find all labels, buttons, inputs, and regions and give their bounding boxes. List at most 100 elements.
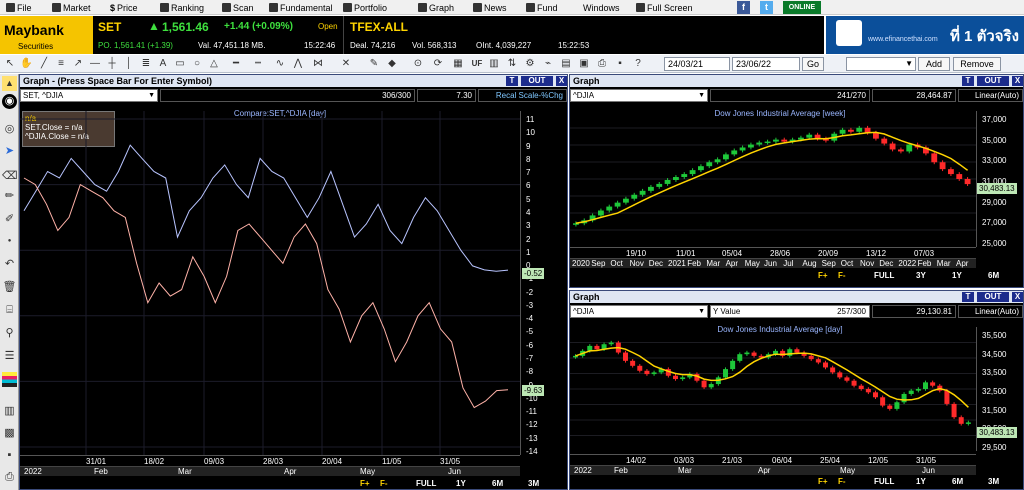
1y-button[interactable]: 1Y — [456, 479, 466, 489]
menu-graph[interactable]: Graph — [418, 0, 454, 15]
disk-icon[interactable]: ▪ — [2, 448, 17, 463]
add-button[interactable]: Add — [918, 57, 950, 71]
zoom-out-button[interactable]: F- — [838, 271, 846, 281]
menu-portfolio[interactable]: Portfolio — [343, 0, 387, 15]
scale-mode[interactable]: Linear(Auto) — [958, 305, 1023, 318]
train-icon[interactable]: ⌸ — [2, 303, 17, 318]
menu-scan[interactable]: Scan — [222, 0, 254, 15]
menu-fund[interactable]: Fund — [526, 0, 558, 15]
help-icon[interactable]: ? — [632, 58, 644, 70]
symbol-select[interactable]: ^DJIA ▼ — [570, 89, 708, 102]
6m-button[interactable]: 6M — [952, 477, 963, 487]
pattern-icon[interactable]: ⋈ — [312, 58, 324, 70]
notes-icon[interactable]: ☰ — [2, 349, 17, 364]
date-to-input[interactable]: 23/06/22 — [732, 57, 800, 71]
zoom-icon[interactable]: ⊙ — [412, 58, 424, 70]
zoom-in-button[interactable]: F+ — [818, 271, 828, 281]
panel-out-button[interactable]: OUT — [521, 76, 553, 86]
weekly-graph-panel[interactable]: Graph T OUT X ^DJIA ▼ 241/270 28,464.87 L… — [569, 74, 1024, 288]
rect-icon[interactable]: ▭ — [174, 58, 186, 70]
undo-icon[interactable]: ↶ — [2, 257, 17, 272]
stamp-icon[interactable]: ⚲ — [2, 326, 17, 341]
fibo-icon[interactable]: ≣ — [140, 58, 152, 70]
panel-t-button[interactable]: T — [962, 76, 974, 86]
zoom-in-button[interactable]: F+ — [818, 477, 828, 487]
trash-icon[interactable]: 🗑 — [2, 280, 17, 295]
layout-icon[interactable]: ▤ — [560, 58, 572, 70]
dash-style-icon[interactable]: ┅ — [252, 58, 264, 70]
symbol-select[interactable]: ^DJIA ▼ — [570, 305, 708, 318]
palette-icon[interactable] — [2, 372, 17, 387]
panel-out-button[interactable]: OUT — [977, 292, 1009, 302]
menu-ranking[interactable]: Ranking — [160, 0, 204, 15]
print-side-icon[interactable]: ⎙ — [2, 470, 17, 485]
refresh-icon[interactable]: ⟳ — [432, 58, 444, 70]
full-button[interactable]: FULL — [874, 477, 894, 487]
symbol-select[interactable]: SET, ^DJIA ▼ — [20, 89, 158, 102]
6m-button[interactable]: 6M — [988, 271, 999, 281]
quote-symbol[interactable]: SET — [98, 20, 121, 34]
full-button[interactable]: FULL — [874, 271, 894, 281]
zoom-in-button[interactable]: F+ — [360, 479, 370, 489]
daily-chart[interactable] — [570, 327, 976, 451]
menu-windows[interactable]: Windows — [583, 0, 620, 15]
ray-icon[interactable]: ↗ — [72, 58, 84, 70]
compare-chart[interactable] — [20, 111, 520, 455]
vline-icon[interactable]: │ — [123, 58, 135, 70]
menu-fullscreen[interactable]: Full Screen — [636, 0, 693, 15]
3m-button[interactable]: 3M — [528, 479, 539, 489]
hline-icon[interactable]: — — [89, 58, 101, 70]
3y-button[interactable]: 3Y — [916, 271, 926, 281]
print-icon[interactable]: ⎙ — [596, 58, 608, 70]
delete-icon[interactable]: ✕ — [340, 58, 352, 70]
panel-close-button[interactable]: X — [556, 76, 567, 86]
menu-fundamental[interactable]: Fundamental — [269, 0, 333, 15]
camera-icon[interactable]: ▩ — [2, 426, 17, 441]
tfex-symbol[interactable]: TFEX-ALL — [350, 20, 408, 34]
pointer-tool-icon[interactable]: ▲ — [2, 76, 17, 91]
scale-mode[interactable]: Linear(Auto) — [958, 89, 1023, 102]
ruler-icon[interactable]: ✏ — [2, 189, 17, 204]
arrow-tool-icon[interactable]: ↖ — [4, 58, 16, 70]
go-button[interactable]: Go — [802, 57, 824, 71]
twitter-icon[interactable]: t — [760, 1, 773, 14]
save-icon[interactable]: ▪ — [614, 58, 626, 70]
zoom-out-button[interactable]: F- — [380, 479, 388, 489]
facebook-icon[interactable]: f — [737, 1, 750, 14]
weekly-chart[interactable] — [570, 111, 976, 247]
ad-banner[interactable]: www.efinancethai.com ที่ 1 ตัวจริง — [826, 16, 1024, 54]
zoom-out-button[interactable]: F- — [838, 477, 846, 487]
window-icon[interactable]: ▣ — [578, 58, 590, 70]
daily-graph-panel[interactable]: Graph T OUT X ^DJIA ▼ Y Value 257/300 29,1… — [569, 290, 1024, 490]
3m-button[interactable]: 3M — [988, 477, 999, 487]
compare-graph-panel[interactable]: Graph - (Press Space Bar For Enter Symbo… — [19, 74, 568, 490]
indicator-icon[interactable]: ⌁ — [542, 58, 554, 70]
menu-news[interactable]: News — [473, 0, 507, 15]
scale-mode[interactable]: Recal Scale-%Chg — [478, 89, 567, 102]
parallel-icon[interactable]: ≡ — [55, 58, 67, 70]
6m-button[interactable]: 6M — [492, 479, 503, 489]
eraser-icon[interactable]: ⌫ — [2, 169, 18, 184]
compare-icon[interactable]: ⇅ — [506, 58, 518, 70]
cursor-icon[interactable]: ➤ — [2, 144, 17, 159]
1y-button[interactable]: 1Y — [952, 271, 962, 281]
panel-close-button[interactable]: X — [1012, 76, 1023, 86]
full-button[interactable]: FULL — [416, 479, 436, 489]
symbol-dropdown[interactable]: ▼ — [846, 57, 916, 71]
eye-icon[interactable]: ◎ — [2, 122, 17, 137]
remove-button[interactable]: Remove — [953, 57, 1001, 71]
menu-market[interactable]: Market — [52, 0, 91, 15]
marker-icon[interactable]: ◉ — [2, 94, 17, 109]
panel-close-button[interactable]: X — [1012, 292, 1023, 302]
hand-tool-icon[interactable]: ✋ — [20, 58, 32, 70]
panel-t-button[interactable]: T — [506, 76, 518, 86]
line-style-icon[interactable]: ━ — [230, 58, 242, 70]
date-from-input[interactable]: 24/03/21 — [664, 57, 730, 71]
menu-price[interactable]: $ Price — [110, 0, 138, 15]
dot-icon[interactable]: ● — [2, 234, 17, 249]
wave-icon[interactable]: ∿ — [274, 58, 286, 70]
cross-icon[interactable]: ┼ — [106, 58, 118, 70]
zigzag-icon[interactable]: ⋀ — [292, 58, 304, 70]
line-tool-icon[interactable]: ╱ — [38, 58, 50, 70]
brush-icon[interactable]: ✐ — [2, 212, 17, 227]
